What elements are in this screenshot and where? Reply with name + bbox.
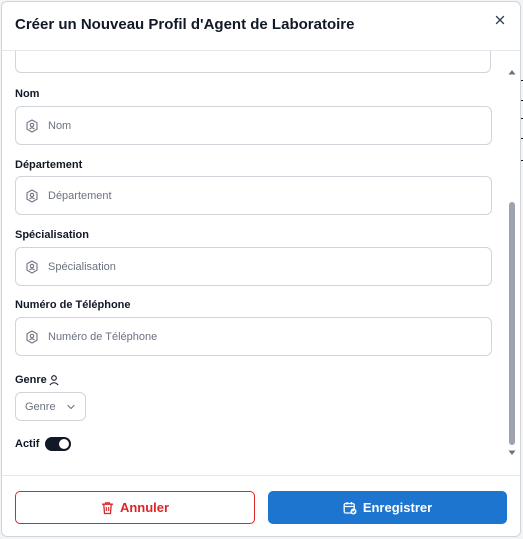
close-icon xyxy=(495,15,505,25)
telephone-label: Numéro de Téléphone xyxy=(15,299,131,311)
actif-toggle[interactable] xyxy=(45,436,72,451)
previous-field[interactable] xyxy=(15,51,491,73)
telephone-input[interactable] xyxy=(48,327,478,347)
genre-select[interactable]: Genre xyxy=(15,392,86,421)
nom-label: Nom xyxy=(15,88,40,100)
specialisation-input[interactable] xyxy=(48,257,478,277)
departement-input[interactable] xyxy=(48,186,478,206)
nom-field[interactable] xyxy=(15,106,492,145)
specialisation-label: Spécialisation xyxy=(15,229,89,241)
modal-header: Créer un Nouveau Profil d'Agent de Labor… xyxy=(2,2,520,51)
actif-row: Actif xyxy=(15,435,72,451)
chevron-down-icon xyxy=(67,404,75,410)
toggle-knob xyxy=(59,438,70,449)
id-badge-icon xyxy=(26,330,38,344)
calendar-check-icon xyxy=(343,501,357,514)
trash-icon xyxy=(101,501,114,514)
specialisation-field[interactable] xyxy=(15,247,492,286)
telephone-field[interactable] xyxy=(15,317,492,356)
id-badge-icon xyxy=(26,119,38,133)
save-button-label: Enregistrer xyxy=(362,500,433,515)
user-icon xyxy=(49,374,59,386)
scroll-down-arrow-icon[interactable] xyxy=(508,449,516,457)
modal-body: Nom Département Spécialisation xyxy=(2,51,520,475)
actif-label: Actif xyxy=(15,437,40,450)
departement-label: Département xyxy=(15,159,83,171)
nom-input[interactable] xyxy=(48,116,478,136)
modal-footer: Annuler Enregistrer xyxy=(2,475,520,536)
genre-label: Genre xyxy=(15,373,47,386)
cancel-button-label: Annuler xyxy=(119,500,170,515)
genre-selected-value: Genre xyxy=(25,401,56,413)
save-button[interactable]: Enregistrer xyxy=(268,491,507,524)
id-badge-icon xyxy=(26,189,38,203)
modal-scrollbar[interactable] xyxy=(507,64,517,458)
close-button[interactable] xyxy=(492,12,508,28)
genre-label-row: Genre xyxy=(15,371,60,386)
create-agent-modal: Créer un Nouveau Profil d'Agent de Labor… xyxy=(1,1,521,537)
cancel-button[interactable]: Annuler xyxy=(15,491,255,524)
scrollbar-thumb[interactable] xyxy=(509,202,515,445)
scroll-up-arrow-icon[interactable] xyxy=(508,68,516,76)
departement-field[interactable] xyxy=(15,176,492,215)
modal-title: Créer un Nouveau Profil d'Agent de Labor… xyxy=(15,16,355,33)
id-badge-icon xyxy=(26,260,38,274)
